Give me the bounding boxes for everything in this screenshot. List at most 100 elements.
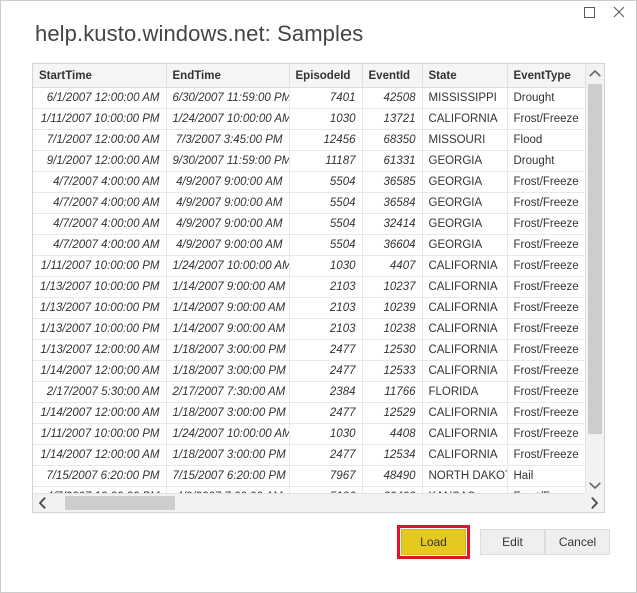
cell-eventid: 12533 bbox=[362, 361, 422, 382]
cell-state: GEORGIA bbox=[422, 214, 507, 235]
table-row[interactable]: 1/11/2007 10:00:00 PM1/24/2007 10:00:00 … bbox=[33, 256, 586, 277]
cell-starttime: 1/13/2007 10:00:00 PM bbox=[33, 298, 166, 319]
cell-eventtype: Frost/Freeze bbox=[507, 277, 586, 298]
cell-eventid: 10239 bbox=[362, 298, 422, 319]
column-header-episodeid[interactable]: EpisodeId bbox=[289, 64, 362, 88]
cell-episodeid: 2477 bbox=[289, 445, 362, 466]
cell-episodeid: 5504 bbox=[289, 172, 362, 193]
cell-eventid: 42508 bbox=[362, 88, 422, 109]
cell-endtime: 1/24/2007 10:00:00 AM bbox=[166, 109, 289, 130]
chevron-up-icon[interactable] bbox=[586, 64, 604, 82]
cell-eventtype: Frost/Freeze bbox=[507, 235, 586, 256]
table-row[interactable]: 9/1/2007 12:00:00 AM9/30/2007 11:59:00 P… bbox=[33, 151, 586, 172]
table-row[interactable]: 1/13/2007 10:00:00 PM1/14/2007 9:00:00 A… bbox=[33, 298, 586, 319]
cell-eventtype: Frost/Freeze bbox=[507, 340, 586, 361]
table-row[interactable]: 1/13/2007 10:00:00 PM1/14/2007 9:00:00 A… bbox=[33, 277, 586, 298]
table-row[interactable]: 2/17/2007 5:30:00 AM2/17/2007 7:30:00 AM… bbox=[33, 382, 586, 403]
table-row[interactable]: 4/7/2007 4:00:00 AM4/9/2007 9:00:00 AM55… bbox=[33, 214, 586, 235]
cell-state: CALIFORNIA bbox=[422, 340, 507, 361]
cell-starttime: 1/14/2007 12:00:00 AM bbox=[33, 361, 166, 382]
column-header-eventtype[interactable]: EventType bbox=[507, 64, 586, 88]
cell-endtime: 4/9/2007 9:00:00 AM bbox=[166, 172, 289, 193]
vertical-scrollbar[interactable] bbox=[585, 64, 604, 494]
cell-state: CALIFORNIA bbox=[422, 361, 507, 382]
table-row[interactable]: 1/13/2007 10:00:00 PM1/14/2007 9:00:00 A… bbox=[33, 319, 586, 340]
horizontal-scrollbar[interactable] bbox=[33, 493, 586, 512]
cell-state: CALIFORNIA bbox=[422, 403, 507, 424]
table-row[interactable]: 4/7/2007 4:00:00 AM4/9/2007 9:00:00 AM55… bbox=[33, 193, 586, 214]
column-header-eventid[interactable]: EventId bbox=[362, 64, 422, 88]
cell-endtime: 1/24/2007 10:00:00 AM bbox=[166, 256, 289, 277]
edit-button[interactable]: Edit bbox=[480, 529, 545, 555]
cell-starttime: 4/7/2007 4:00:00 AM bbox=[33, 235, 166, 256]
cell-starttime: 7/1/2007 12:00:00 AM bbox=[33, 130, 166, 151]
cell-eventtype: Frost/Freeze bbox=[507, 214, 586, 235]
chevron-down-icon[interactable] bbox=[586, 476, 604, 494]
cell-episodeid: 1030 bbox=[289, 424, 362, 445]
window-title-bar bbox=[1, 1, 636, 23]
cell-eventid: 4408 bbox=[362, 424, 422, 445]
column-header-endtime[interactable]: EndTime bbox=[166, 64, 289, 88]
cell-episodeid: 2103 bbox=[289, 319, 362, 340]
table-row[interactable]: 1/14/2007 12:00:00 AM1/18/2007 3:00:00 P… bbox=[33, 403, 586, 424]
cell-eventid: 10237 bbox=[362, 277, 422, 298]
maximize-icon[interactable] bbox=[574, 1, 604, 23]
cell-state: CALIFORNIA bbox=[422, 256, 507, 277]
load-button[interactable]: Load bbox=[401, 529, 466, 555]
table-row[interactable]: 6/1/2007 12:00:00 AM6/30/2007 11:59:00 P… bbox=[33, 88, 586, 109]
cell-episodeid: 2384 bbox=[289, 382, 362, 403]
table-row[interactable]: 1/14/2007 12:00:00 AM1/18/2007 3:00:00 P… bbox=[33, 445, 586, 466]
cancel-button[interactable]: Cancel bbox=[545, 529, 610, 555]
cell-episodeid: 7967 bbox=[289, 466, 362, 487]
table-row[interactable]: 1/14/2007 12:00:00 AM1/18/2007 3:00:00 P… bbox=[33, 361, 586, 382]
column-header-starttime[interactable]: StartTime bbox=[33, 64, 166, 88]
cell-state: CALIFORNIA bbox=[422, 277, 507, 298]
cell-episodeid: 1030 bbox=[289, 256, 362, 277]
cell-state: CALIFORNIA bbox=[422, 298, 507, 319]
table-row[interactable]: 4/7/2007 4:00:00 AM4/9/2007 9:00:00 AM55… bbox=[33, 172, 586, 193]
cell-eventtype: Frost/Freeze bbox=[507, 319, 586, 340]
cell-episodeid: 2103 bbox=[289, 298, 362, 319]
cell-eventid: 12529 bbox=[362, 403, 422, 424]
cell-eventid: 12534 bbox=[362, 445, 422, 466]
cell-eventtype: Frost/Freeze bbox=[507, 109, 586, 130]
table-header-row: StartTime EndTime EpisodeId EventId Stat… bbox=[33, 64, 586, 88]
cell-eventid: 48490 bbox=[362, 466, 422, 487]
page-title: help.kusto.windows.net: Samples bbox=[35, 21, 363, 47]
cell-endtime: 1/18/2007 3:00:00 PM bbox=[166, 445, 289, 466]
cell-endtime: 4/9/2007 9:00:00 AM bbox=[166, 193, 289, 214]
cell-eventid: 12530 bbox=[362, 340, 422, 361]
horizontal-scrollbar-thumb[interactable] bbox=[65, 496, 175, 510]
cell-endtime: 1/18/2007 3:00:00 PM bbox=[166, 403, 289, 424]
table-row[interactable]: 1/11/2007 10:00:00 PM1/24/2007 10:00:00 … bbox=[33, 109, 586, 130]
cell-endtime: 4/9/2007 9:00:00 AM bbox=[166, 235, 289, 256]
cell-eventtype: Frost/Freeze bbox=[507, 403, 586, 424]
vertical-scrollbar-thumb[interactable] bbox=[588, 84, 602, 434]
table-row[interactable]: 1/11/2007 10:00:00 PM1/24/2007 10:00:00 … bbox=[33, 424, 586, 445]
cell-starttime: 4/7/2007 4:00:00 AM bbox=[33, 214, 166, 235]
chevron-left-icon[interactable] bbox=[33, 494, 51, 512]
cell-eventid: 10238 bbox=[362, 319, 422, 340]
cell-endtime: 1/18/2007 3:00:00 PM bbox=[166, 340, 289, 361]
chevron-right-icon[interactable] bbox=[585, 493, 604, 512]
preview-table: StartTime EndTime EpisodeId EventId Stat… bbox=[33, 64, 586, 494]
cell-starttime: 1/11/2007 10:00:00 PM bbox=[33, 424, 166, 445]
table-row[interactable]: 4/7/2007 4:00:00 AM4/9/2007 9:00:00 AM55… bbox=[33, 235, 586, 256]
table-row[interactable]: 1/13/2007 12:00:00 AM1/18/2007 3:00:00 P… bbox=[33, 340, 586, 361]
cell-eventtype: Frost/Freeze bbox=[507, 382, 586, 403]
cell-starttime: 1/11/2007 10:00:00 PM bbox=[33, 256, 166, 277]
cell-eventid: 36604 bbox=[362, 235, 422, 256]
cell-endtime: 9/30/2007 11:59:00 PM bbox=[166, 151, 289, 172]
cell-starttime: 2/17/2007 5:30:00 AM bbox=[33, 382, 166, 403]
cell-starttime: 1/14/2007 12:00:00 AM bbox=[33, 445, 166, 466]
column-header-state[interactable]: State bbox=[422, 64, 507, 88]
cell-episodeid: 5504 bbox=[289, 214, 362, 235]
cell-state: NORTH DAKOTA bbox=[422, 466, 507, 487]
table-row[interactable]: 7/1/2007 12:00:00 AM7/3/2007 3:45:00 PM1… bbox=[33, 130, 586, 151]
table-row[interactable]: 7/15/2007 6:20:00 PM7/15/2007 6:20:00 PM… bbox=[33, 466, 586, 487]
data-preview-grid: StartTime EndTime EpisodeId EventId Stat… bbox=[32, 63, 605, 513]
cell-starttime: 1/14/2007 12:00:00 AM bbox=[33, 403, 166, 424]
close-icon[interactable] bbox=[604, 1, 634, 23]
cell-endtime: 1/14/2007 9:00:00 AM bbox=[166, 319, 289, 340]
cell-state: CALIFORNIA bbox=[422, 109, 507, 130]
